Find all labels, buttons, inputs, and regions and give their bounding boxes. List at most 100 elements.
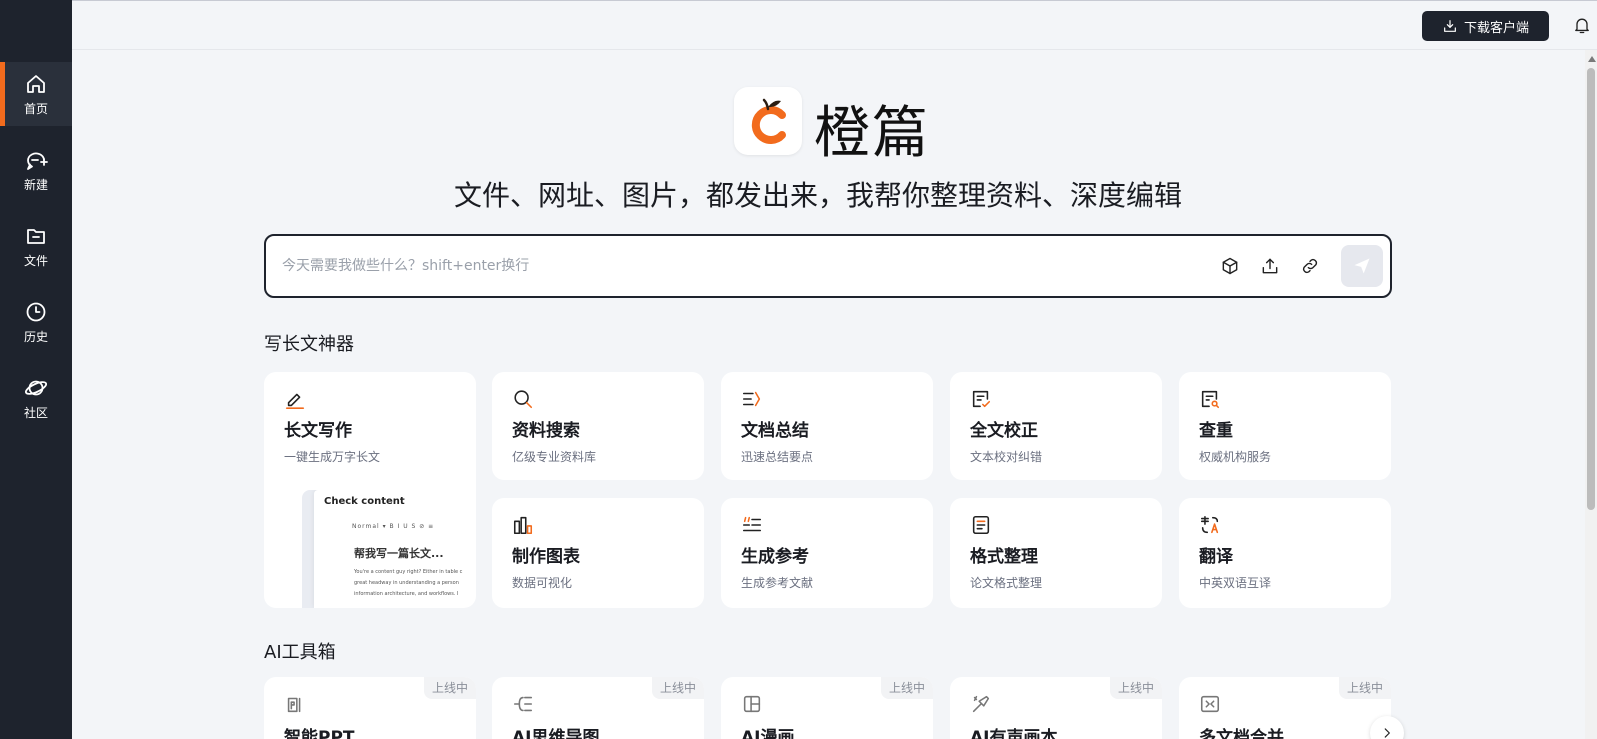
tool-card-audiobook[interactable]: 上线中 AI有声画本: [950, 677, 1162, 739]
status-badge: 上线中: [651, 677, 704, 699]
scrollbar[interactable]: [1585, 50, 1597, 739]
status-badge: 上线中: [1338, 677, 1391, 699]
planet-icon: [24, 380, 48, 395]
sidebar-item-history[interactable]: 历史: [0, 290, 72, 354]
sidebar: 首页 新建 文件 历史 社区: [0, 0, 72, 739]
status-badge: 上线中: [880, 677, 933, 699]
sidebar-item-community[interactable]: 社区: [0, 366, 72, 430]
card-desc: 一键生成万字长文: [284, 450, 381, 464]
tool-card-merge[interactable]: 上线中 多文档合并: [1179, 677, 1391, 739]
mindmap-icon: [512, 693, 534, 715]
card-title: 多文档合并: [1199, 728, 1284, 739]
scroll-up-arrow-icon[interactable]: [1588, 56, 1596, 62]
sidebar-item-label: 首页: [23, 101, 48, 116]
tool-card-mindmap[interactable]: 上线中 AI思维导图: [492, 677, 704, 739]
plagiarism-check-icon: [1199, 388, 1221, 410]
download-label: 下载客户端: [1463, 20, 1529, 36]
card-desc: 论文格式整理: [970, 576, 1043, 590]
tool-card-comic[interactable]: 上线中 AI漫画: [721, 677, 933, 739]
feature-card-translate[interactable]: 翻译 中英双语互译: [1179, 498, 1391, 608]
download-icon: [1444, 20, 1456, 32]
card-desc: 生成参考文献: [741, 576, 814, 590]
sidebar-item-new[interactable]: 新建: [0, 138, 72, 202]
section-title-ai-tools: AI工具箱: [264, 642, 336, 663]
card-desc: 权威机构服务: [1199, 450, 1272, 464]
feature-card-long-writing[interactable]: 长文写作 一键生成万字长文 Check content Normal ▾ B I…: [264, 372, 476, 608]
format-icon: [970, 514, 992, 536]
card-title: AI有声画本: [970, 728, 1058, 739]
link-icon: [1302, 258, 1318, 274]
sidebar-item-label: 文件: [23, 253, 48, 268]
download-client-button[interactable]: 下载客户端: [1422, 11, 1549, 41]
card-title: 生成参考: [741, 547, 809, 567]
folder-icon: [27, 228, 45, 244]
card-desc: 中英双语互译: [1199, 576, 1272, 590]
bell-icon: [1575, 18, 1589, 34]
preview-heading: 帮我写一篇长文...: [354, 547, 444, 560]
feature-card-format[interactable]: 格式整理 论文格式整理: [950, 498, 1162, 608]
sidebar-item-label: 新建: [23, 177, 48, 192]
knowledge-base-button[interactable]: [1218, 254, 1242, 278]
cube-icon: [1222, 257, 1238, 275]
card-title: 格式整理: [970, 547, 1038, 567]
send-icon: [1354, 258, 1370, 274]
chevron-right-icon: [1384, 728, 1390, 738]
upload-button[interactable]: [1258, 254, 1282, 278]
feature-card-chart[interactable]: 制作图表 数据可视化: [492, 498, 704, 608]
audiobook-icon: [970, 693, 992, 715]
card-title: AI漫画: [741, 728, 795, 739]
preview-line: great headway in understanding a person: [354, 580, 459, 586]
carousel-next-button[interactable]: [1370, 716, 1404, 739]
preview-line: You're a content guy right? Either in ta…: [354, 569, 463, 575]
reference-icon: [741, 514, 763, 536]
feature-card-proofread[interactable]: 全文校正 文本校对纠错: [950, 372, 1162, 480]
sidebar-item-label: 历史: [23, 329, 48, 344]
card-title: 文档总结: [741, 421, 809, 441]
search-icon: [512, 388, 534, 410]
clock-icon: [26, 302, 46, 321]
preview-title: Check content: [324, 496, 405, 507]
scroll-thumb[interactable]: [1587, 68, 1595, 510]
feature-card-reference[interactable]: 生成参考 生成参考文献: [721, 498, 933, 608]
doc-preview-page: Check content Normal ▾ B I U S ⊘ ≡ 帮我写一篇…: [314, 490, 474, 608]
feature-card-summary[interactable]: 文档总结 迅速总结要点: [721, 372, 933, 480]
section-title-writing: 写长文神器: [264, 334, 354, 355]
new-chat-icon: [27, 152, 48, 170]
comic-icon: [741, 693, 763, 715]
pen-icon: [284, 388, 306, 410]
proofread-icon: [970, 388, 992, 410]
sidebar-item-label: 社区: [23, 405, 48, 420]
top-bar: 下载客户端: [72, 0, 1597, 50]
brand-name: 橙篇: [814, 101, 930, 166]
translate-icon: [1199, 514, 1221, 536]
notification-bell-button[interactable]: [1572, 15, 1594, 37]
card-title: AI思维导图: [512, 728, 600, 739]
card-desc: 亿级专业资料库: [512, 450, 597, 464]
feature-card-search[interactable]: 资料搜索 亿级专业资料库: [492, 372, 704, 480]
feature-card-plagiarism-check[interactable]: 查重 权威机构服务: [1179, 372, 1391, 480]
chart-icon: [512, 514, 534, 536]
hero-tagline: 文件、网址、图片，都发出来，我帮你整理资料、深度编辑: [454, 179, 1183, 212]
card-title: 长文写作: [284, 421, 352, 441]
card-title: 制作图表: [512, 547, 580, 567]
card-title: 智能PPT: [284, 728, 355, 739]
upload-icon: [1262, 258, 1278, 274]
preview-line: information architecture, and workflows.…: [354, 591, 459, 597]
merge-icon: [1199, 693, 1221, 715]
sidebar-item-files[interactable]: 文件: [0, 214, 72, 278]
tool-card-ppt[interactable]: 上线中 智能PPT: [264, 677, 476, 739]
status-badge: 上线中: [423, 677, 476, 699]
preview-toolbar: Normal ▾ B I U S ⊘ ≡: [352, 523, 435, 530]
card-title: 查重: [1199, 421, 1233, 441]
brand-logo: [734, 87, 802, 155]
link-button[interactable]: [1298, 254, 1322, 278]
prompt-box: [264, 234, 1392, 298]
card-desc: 数据可视化: [512, 576, 573, 590]
doc-preview-image: Check content Normal ▾ B I U S ⊘ ≡ 帮我写一篇…: [302, 490, 474, 608]
card-desc: 文本校对纠错: [970, 450, 1043, 464]
orange-logo-icon: [751, 98, 786, 144]
prompt-input[interactable]: [282, 253, 1182, 279]
sidebar-item-home[interactable]: 首页: [0, 62, 72, 126]
send-button[interactable]: [1341, 245, 1383, 287]
card-title: 翻译: [1199, 547, 1233, 567]
